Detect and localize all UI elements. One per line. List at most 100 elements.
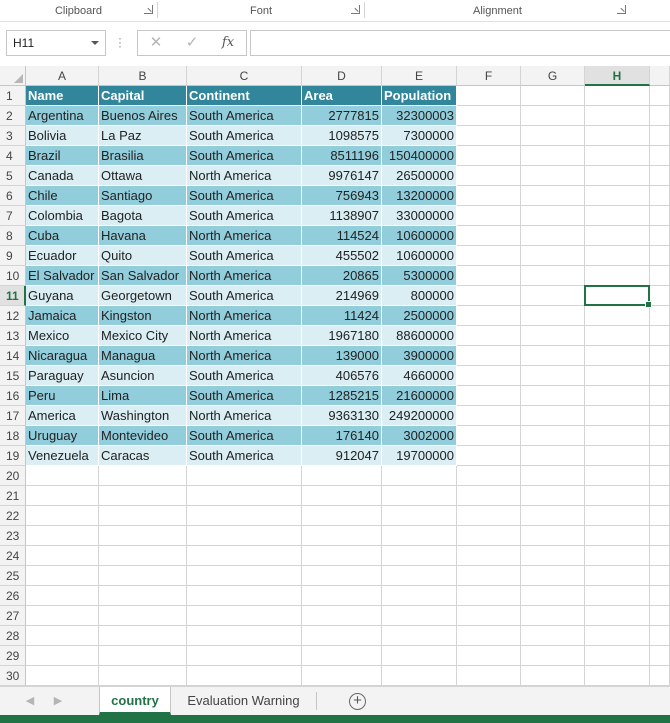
cell[interactable]: South America bbox=[187, 146, 302, 166]
select-all-corner[interactable] bbox=[0, 66, 26, 86]
more-options-icon[interactable]: · · · bbox=[118, 32, 122, 52]
chevron-down-icon[interactable] bbox=[91, 41, 99, 45]
cell[interactable] bbox=[521, 126, 585, 146]
row-header-20[interactable]: 20 bbox=[0, 466, 26, 486]
cell[interactable]: 756943 bbox=[302, 186, 382, 206]
row-header-16[interactable]: 16 bbox=[0, 386, 26, 406]
cell[interactable] bbox=[382, 526, 457, 546]
column-header-c[interactable]: C bbox=[187, 66, 302, 86]
cell[interactable] bbox=[187, 506, 302, 526]
cell[interactable] bbox=[650, 506, 670, 526]
cell[interactable] bbox=[650, 646, 670, 666]
row-header-11[interactable]: 11 bbox=[0, 286, 26, 306]
cell[interactable] bbox=[650, 346, 670, 366]
cell[interactable] bbox=[650, 446, 670, 466]
cell[interactable]: North America bbox=[187, 306, 302, 326]
cell[interactable] bbox=[585, 186, 650, 206]
cell[interactable] bbox=[521, 266, 585, 286]
cell[interactable] bbox=[521, 486, 585, 506]
cell[interactable]: 214969 bbox=[302, 286, 382, 306]
cell[interactable] bbox=[521, 566, 585, 586]
cell[interactable] bbox=[302, 626, 382, 646]
cell[interactable] bbox=[585, 646, 650, 666]
cell[interactable] bbox=[99, 626, 187, 646]
cell[interactable]: 406576 bbox=[302, 366, 382, 386]
cell[interactable] bbox=[521, 586, 585, 606]
row-header-24[interactable]: 24 bbox=[0, 546, 26, 566]
cell[interactable] bbox=[187, 626, 302, 646]
cell[interactable]: South America bbox=[187, 386, 302, 406]
cell[interactable]: 150400000 bbox=[382, 146, 457, 166]
cell[interactable]: Chile bbox=[26, 186, 99, 206]
cell[interactable] bbox=[650, 246, 670, 266]
cell[interactable] bbox=[457, 386, 521, 406]
cell[interactable] bbox=[585, 266, 650, 286]
cell[interactable] bbox=[521, 326, 585, 346]
cell[interactable] bbox=[585, 366, 650, 386]
cell[interactable] bbox=[457, 526, 521, 546]
cell[interactable]: 455502 bbox=[302, 246, 382, 266]
cell[interactable]: La Paz bbox=[99, 126, 187, 146]
cell[interactable]: North America bbox=[187, 226, 302, 246]
cell[interactable] bbox=[585, 226, 650, 246]
cell[interactable]: 139000 bbox=[302, 346, 382, 366]
cell[interactable] bbox=[457, 546, 521, 566]
table-header-cell[interactable]: Continent bbox=[187, 86, 302, 106]
cell[interactable] bbox=[650, 586, 670, 606]
row-header-12[interactable]: 12 bbox=[0, 306, 26, 326]
cell[interactable] bbox=[585, 666, 650, 686]
cell[interactable] bbox=[457, 306, 521, 326]
cell[interactable]: South America bbox=[187, 246, 302, 266]
tab-evaluation-warning[interactable]: Evaluation Warning bbox=[176, 687, 311, 715]
cell[interactable] bbox=[650, 386, 670, 406]
row-header-15[interactable]: 15 bbox=[0, 366, 26, 386]
cell[interactable]: 1967180 bbox=[302, 326, 382, 346]
cell[interactable] bbox=[585, 306, 650, 326]
cell[interactable] bbox=[585, 406, 650, 426]
cell[interactable]: Guyana bbox=[26, 286, 99, 306]
row-header-1[interactable]: 1 bbox=[0, 86, 26, 106]
cell[interactable] bbox=[382, 486, 457, 506]
cell[interactable]: Caracas bbox=[99, 446, 187, 466]
cell[interactable]: 9363130 bbox=[302, 406, 382, 426]
cell[interactable] bbox=[457, 186, 521, 206]
cell[interactable]: North America bbox=[187, 406, 302, 426]
cell[interactable] bbox=[650, 146, 670, 166]
cell[interactable]: Asuncion bbox=[99, 366, 187, 386]
cell[interactable] bbox=[585, 606, 650, 626]
cell[interactable]: 1138907 bbox=[302, 206, 382, 226]
cell[interactable] bbox=[585, 546, 650, 566]
cell[interactable] bbox=[187, 486, 302, 506]
row-header-27[interactable]: 27 bbox=[0, 606, 26, 626]
row-header-29[interactable]: 29 bbox=[0, 646, 26, 666]
row-header-18[interactable]: 18 bbox=[0, 426, 26, 446]
row-header-26[interactable]: 26 bbox=[0, 586, 26, 606]
cell[interactable]: South America bbox=[187, 186, 302, 206]
cell[interactable] bbox=[457, 326, 521, 346]
cell[interactable] bbox=[457, 246, 521, 266]
cell[interactable] bbox=[457, 426, 521, 446]
cell[interactable] bbox=[521, 226, 585, 246]
cell[interactable] bbox=[650, 306, 670, 326]
cell[interactable] bbox=[650, 666, 670, 686]
cell[interactable] bbox=[26, 546, 99, 566]
cell[interactable] bbox=[521, 426, 585, 446]
cell[interactable] bbox=[26, 566, 99, 586]
cell[interactable]: Nicaragua bbox=[26, 346, 99, 366]
cell[interactable] bbox=[187, 646, 302, 666]
cell[interactable]: 912047 bbox=[302, 446, 382, 466]
cell[interactable]: North America bbox=[187, 166, 302, 186]
row-header-8[interactable]: 8 bbox=[0, 226, 26, 246]
cell[interactable] bbox=[457, 226, 521, 246]
cell[interactable] bbox=[521, 106, 585, 126]
row-header-23[interactable]: 23 bbox=[0, 526, 26, 546]
cell[interactable]: 2500000 bbox=[382, 306, 457, 326]
cell[interactable]: 19700000 bbox=[382, 446, 457, 466]
cell[interactable] bbox=[585, 326, 650, 346]
cell[interactable] bbox=[99, 546, 187, 566]
cell[interactable] bbox=[302, 506, 382, 526]
cell[interactable]: 10600000 bbox=[382, 226, 457, 246]
cell[interactable] bbox=[585, 86, 650, 106]
cell[interactable]: 26500000 bbox=[382, 166, 457, 186]
cell[interactable] bbox=[457, 86, 521, 106]
